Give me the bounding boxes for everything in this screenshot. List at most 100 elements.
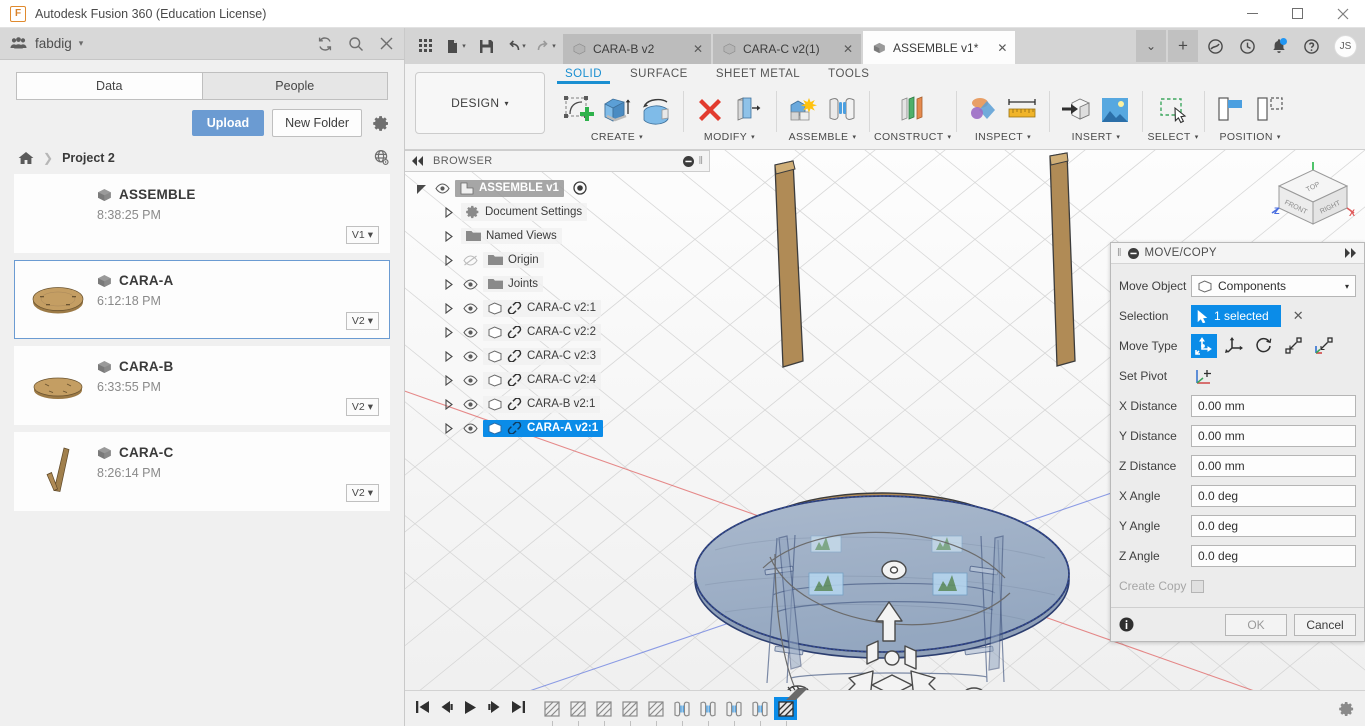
tab-tools[interactable]: TOOLS	[814, 66, 883, 80]
bell-icon[interactable]	[1264, 30, 1294, 62]
rotate-icon[interactable]	[1251, 334, 1277, 358]
tree-node-cara-c-2[interactable]: CARA-C v2:2	[405, 320, 710, 344]
timeline-feature[interactable]	[618, 697, 641, 720]
version-badge[interactable]: V1▾	[346, 226, 379, 244]
cancel-button[interactable]: Cancel	[1294, 614, 1356, 636]
extrude-icon[interactable]	[599, 92, 635, 128]
search-icon[interactable]	[348, 36, 364, 52]
chevron-down-icon[interactable]: ▾	[79, 38, 84, 49]
undo-icon[interactable]: ▾	[503, 33, 529, 59]
ribbon-group-label-inspect[interactable]: INSPECT▾	[975, 130, 1031, 143]
refresh-icon[interactable]	[317, 36, 333, 52]
app-grid-icon[interactable]	[413, 33, 439, 59]
tab-data[interactable]: Data	[16, 72, 202, 100]
twisty-icon[interactable]	[441, 327, 457, 338]
twisty-icon[interactable]	[441, 351, 457, 362]
twisty-icon[interactable]	[441, 399, 457, 410]
measure-icon[interactable]	[1004, 92, 1040, 128]
selection-button[interactable]: 1 selected	[1191, 305, 1281, 327]
maximize-button[interactable]	[1275, 0, 1320, 28]
tab-sheet-metal[interactable]: SHEET METAL	[702, 66, 814, 80]
visibility-icon[interactable]	[461, 351, 479, 362]
list-item[interactable]: CARA-A 6:12:18 PM V2▾	[14, 260, 390, 339]
dialog-drag-handle[interactable]: ‖	[1117, 247, 1122, 259]
twisty-icon[interactable]	[441, 207, 457, 218]
ribbon-group-label-modify[interactable]: MODIFY▾	[704, 130, 755, 143]
redo-icon[interactable]: ▾	[533, 33, 559, 59]
joint-icon[interactable]	[824, 92, 860, 128]
view-cube[interactable]: TOP FRONT RIGHT Z X	[1269, 156, 1357, 244]
ribbon-group-label-insert[interactable]: INSERT▾	[1072, 130, 1121, 143]
viewport[interactable]: BROWSER ‖	[405, 150, 1365, 726]
globe-icon[interactable]	[373, 149, 390, 166]
minimize-button[interactable]	[1230, 0, 1275, 28]
chevron-down-icon[interactable]: ▾	[522, 42, 526, 50]
visibility-off-icon[interactable]	[461, 255, 479, 266]
visibility-icon[interactable]	[461, 399, 479, 410]
timeline-feature[interactable]	[540, 697, 563, 720]
tree-node-cara-c-1[interactable]: CARA-C v2:1	[405, 296, 710, 320]
y-distance-input[interactable]: 0.00 mm	[1191, 425, 1356, 447]
timeline-feature-joint[interactable]	[748, 697, 771, 720]
timeline-feature-current[interactable]	[774, 697, 797, 720]
clock-icon[interactable]	[1232, 30, 1262, 62]
tree-node-joints[interactable]: Joints	[405, 272, 710, 296]
create-sketch-icon[interactable]	[560, 92, 596, 128]
upload-button[interactable]: Upload	[192, 110, 264, 136]
tree-node-c2-4[interactable]: CARA-C v2:4	[405, 368, 710, 392]
delete-icon[interactable]	[692, 92, 728, 128]
visibility-icon[interactable]	[461, 375, 479, 386]
version-badge[interactable]: V2▾	[346, 484, 379, 502]
tab-surface[interactable]: SURFACE	[616, 66, 702, 80]
ribbon-group-label-position[interactable]: POSITION▾	[1219, 130, 1280, 143]
timeline-feature-joint[interactable]	[696, 697, 719, 720]
info-icon[interactable]	[1119, 617, 1134, 632]
minus-circle-icon[interactable]	[683, 156, 694, 167]
ribbon-group-label-assemble[interactable]: ASSEMBLE▾	[789, 130, 857, 143]
list-item[interactable]: CARA-C 8:26:14 PM V2▾	[14, 432, 390, 511]
timeline-feature-joint[interactable]	[670, 697, 693, 720]
tree-node-origin[interactable]: Origin	[405, 248, 710, 272]
avatar[interactable]: JS	[1334, 35, 1357, 58]
tree-node-named-views[interactable]: Named Views	[405, 224, 710, 248]
tab-solid[interactable]: SOLID	[551, 66, 616, 80]
close-tab-icon[interactable]: ✕	[985, 41, 1007, 55]
version-badge[interactable]: V2▾	[346, 398, 379, 416]
twisty-icon[interactable]	[441, 255, 457, 266]
ok-button[interactable]: OK	[1225, 614, 1287, 636]
breadcrumb-project[interactable]: Project 2	[62, 151, 115, 165]
tree-node-document-settings[interactable]: Document Settings	[405, 200, 710, 224]
list-item[interactable]: CARA-B 6:33:55 PM V2▾	[14, 346, 390, 425]
revolve-icon[interactable]	[638, 92, 674, 128]
point-to-position-icon[interactable]	[1311, 334, 1337, 358]
twisty-icon[interactable]	[441, 231, 457, 242]
x-angle-input[interactable]: 0.0 deg	[1191, 485, 1356, 507]
timeline-feature[interactable]	[566, 697, 589, 720]
expand-right-icon[interactable]	[1344, 248, 1358, 258]
twisty-icon[interactable]	[441, 375, 457, 386]
insert-derive-icon[interactable]	[1058, 92, 1094, 128]
move-object-select[interactable]: Components ▾	[1191, 275, 1356, 297]
help-icon[interactable]	[1296, 30, 1326, 62]
tree-node-cara-c-3[interactable]: CARA-C v2:3	[405, 344, 710, 368]
visibility-icon[interactable]	[433, 183, 451, 194]
set-pivot-icon[interactable]	[1191, 364, 1217, 388]
go-to-end-icon[interactable]	[511, 700, 526, 717]
insert-image-icon[interactable]	[1097, 92, 1133, 128]
twisty-icon[interactable]	[441, 423, 457, 434]
interference-icon[interactable]	[965, 92, 1001, 128]
ribbon-group-label-construct[interactable]: CONSTRUCT▾	[874, 130, 951, 143]
document-tab[interactable]: CARA-B v2 ✕	[563, 34, 711, 64]
tree-node-assemble[interactable]: ASSEMBLE v1	[405, 176, 710, 200]
close-tab-icon[interactable]: ✕	[831, 42, 853, 56]
tree-node-cara-a-1-selected[interactable]: CARA-A v2:1	[405, 416, 710, 440]
align-icon[interactable]	[1213, 92, 1249, 128]
twisty-icon[interactable]	[413, 183, 429, 194]
position-copy-icon[interactable]	[1252, 92, 1288, 128]
tree-node-cara-b-1[interactable]: CARA-B v2:1	[405, 392, 710, 416]
document-tab[interactable]: CARA-C v2(1) ✕	[713, 34, 861, 64]
chevron-down-icon[interactable]: ▾	[462, 42, 466, 50]
browser-resize-handle[interactable]: ‖	[698, 155, 703, 167]
close-panel-icon[interactable]	[379, 36, 394, 51]
chevron-down-icon[interactable]: ▾	[552, 42, 556, 50]
